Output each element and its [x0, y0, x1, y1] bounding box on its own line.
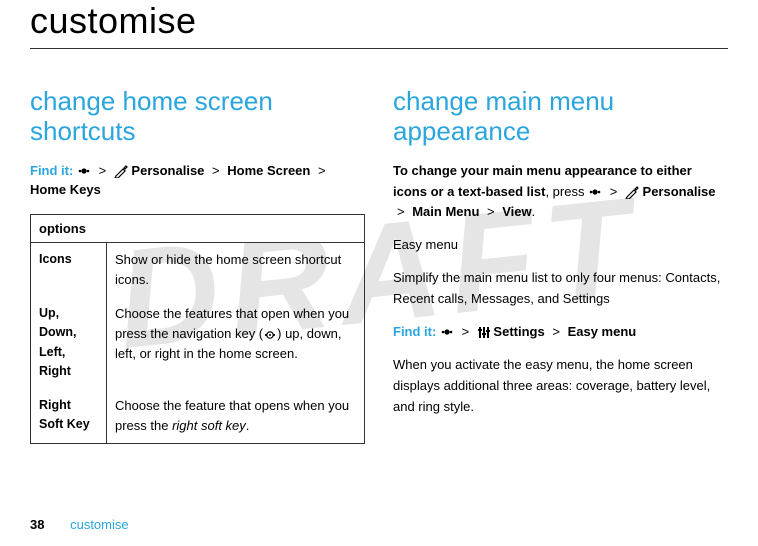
two-column-layout: change home screen shortcuts Find it: > …	[30, 87, 728, 444]
find-it-label: Find it:	[30, 163, 73, 178]
separator: >	[397, 204, 405, 219]
breadcrumb-easy-menu: Easy menu	[568, 324, 637, 339]
settings-icon	[477, 326, 490, 339]
separator: >	[212, 163, 220, 178]
options-table: options Icons Show or hide the home scre…	[30, 214, 365, 444]
page-footer: 38 customise	[30, 517, 129, 532]
left-column: change home screen shortcuts Find it: > …	[30, 87, 365, 444]
intro-rest: , press	[545, 184, 588, 199]
center-key-icon	[440, 326, 454, 338]
breadcrumb-main-menu: Main Menu	[412, 204, 479, 219]
easy-menu-title: Easy menu	[393, 235, 728, 256]
find-it-label: Find it:	[393, 324, 436, 339]
center-key-icon	[588, 186, 602, 198]
footer-label: customise	[70, 517, 129, 532]
separator: >	[487, 204, 495, 219]
table-row: Icons Show or hide the home screen short…	[31, 242, 365, 297]
find-it-path-left: Find it: > Personalise > Home Screen > H…	[30, 161, 365, 200]
page-number: 38	[30, 517, 44, 532]
section-heading-mainmenu: change main menu appearance	[393, 87, 728, 147]
table-row: Right Soft Key Choose the feature that o…	[31, 389, 365, 444]
option-desc-softkey: Choose the feature that opens when you p…	[107, 389, 365, 444]
chapter-title: customise	[30, 0, 728, 49]
separator: >	[318, 163, 326, 178]
breadcrumb-personalise: Personalise	[643, 184, 716, 199]
section-heading-shortcuts: change home screen shortcuts	[30, 87, 365, 147]
separator: >	[552, 324, 560, 339]
option-desc-directions: Choose the features that open when you p…	[107, 297, 365, 389]
option-desc-icons: Show or hide the home screen shortcut ic…	[107, 242, 365, 297]
intro-paragraph: To change your main menu appearance to e…	[393, 161, 728, 223]
breadcrumb-home-screen: Home Screen	[227, 163, 310, 178]
desc-text-post: .	[246, 418, 250, 433]
closing-paragraph: When you activate the easy menu, the hom…	[393, 355, 728, 417]
option-label-softkey: Right Soft Key	[31, 389, 107, 444]
breadcrumb-view: View	[502, 204, 531, 219]
option-label-directions: Up, Down, Left, Right	[31, 297, 107, 389]
breadcrumb-settings: Settings	[493, 324, 544, 339]
personalise-icon	[114, 165, 128, 178]
personalise-icon	[625, 186, 639, 199]
desc-text-em: right soft key	[172, 418, 246, 433]
separator: >	[99, 163, 107, 178]
easy-menu-desc: Simplify the main menu list to only four…	[393, 268, 728, 310]
nav-key-icon	[263, 329, 277, 341]
option-label-icons: Icons	[31, 242, 107, 297]
center-key-icon	[77, 165, 91, 177]
right-column: change main menu appearance To change yo…	[393, 87, 728, 444]
table-row: Up, Down, Left, Right Choose the feature…	[31, 297, 365, 389]
separator: >	[462, 324, 470, 339]
separator: >	[610, 184, 618, 199]
breadcrumb-home-keys: Home Keys	[30, 182, 101, 197]
options-table-header: options	[31, 214, 365, 242]
breadcrumb-personalise: Personalise	[131, 163, 204, 178]
find-it-path-right: Find it: > Settings > Easy menu	[393, 322, 728, 342]
